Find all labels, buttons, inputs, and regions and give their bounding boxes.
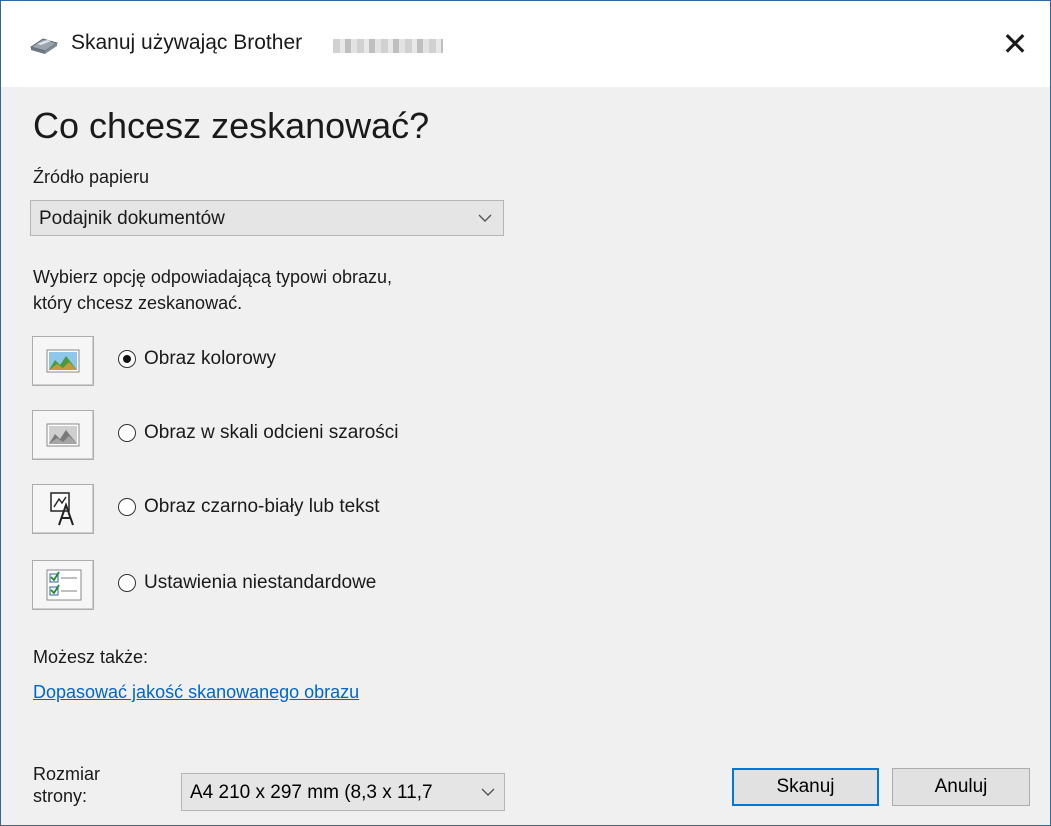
bw-text-label[interactable]: Obraz czarno-biały lub tekst bbox=[144, 496, 380, 518]
instruction-line-1: Wybierz opcję odpowiadającą typowi obraz… bbox=[33, 267, 393, 287]
page-size-value: A4 210 x 297 mm (8,3 x 11,7 bbox=[190, 782, 433, 803]
page-size-dropdown[interactable]: A4 210 x 297 mm (8,3 x 11,7 bbox=[181, 773, 505, 811]
custom-settings-icon[interactable] bbox=[32, 560, 94, 610]
page-title: Co chcesz zeskanować? bbox=[33, 105, 430, 146]
paper-source-value: Podajnik dokumentów bbox=[39, 208, 225, 229]
custom-settings-radio[interactable] bbox=[118, 574, 136, 592]
grayscale-picture-radio[interactable] bbox=[118, 424, 136, 442]
grayscale-picture-icon[interactable] bbox=[32, 410, 94, 460]
instruction-line-2: który chcesz zeskanować. bbox=[33, 293, 243, 313]
bw-text-graphic bbox=[50, 492, 74, 526]
instruction-text: Wybierz opcję odpowiadającą typowi obraz… bbox=[33, 264, 392, 316]
page-size-label-line-1: Rozmiar bbox=[33, 764, 101, 784]
bw-text-radio[interactable] bbox=[118, 498, 136, 516]
paper-source-dropdown[interactable]: Podajnik dokumentów bbox=[30, 200, 504, 236]
chevron-down-icon bbox=[478, 214, 492, 222]
cancel-button[interactable]: Anuluj bbox=[892, 768, 1030, 806]
page-size-label-line-2: strony: bbox=[33, 786, 88, 806]
also-label: Możesz także: bbox=[33, 647, 149, 667]
color-picture-label[interactable]: Obraz kolorowy bbox=[144, 348, 276, 370]
close-button[interactable]: ✕ bbox=[980, 1, 1050, 87]
window-title: Skanuj używając Brother bbox=[71, 31, 303, 54]
custom-settings-label[interactable]: Ustawienia niestandardowe bbox=[144, 572, 376, 594]
bw-text-icon[interactable] bbox=[32, 484, 94, 534]
grayscale-picture-label[interactable]: Obraz w skali odcieni szarości bbox=[144, 422, 398, 444]
title-bar: Skanuj używając Brother ✕ bbox=[1, 1, 1050, 87]
scanner-icon bbox=[29, 38, 59, 54]
color-picture-graphic bbox=[46, 349, 80, 373]
paper-source-label: Źródło papieru bbox=[33, 167, 150, 187]
redacted-model-name bbox=[333, 39, 443, 53]
chevron-down-icon bbox=[481, 788, 495, 796]
scan-dialog: Skanuj używając Brother ✕ Co chcesz zesk… bbox=[0, 0, 1051, 826]
custom-settings-graphic bbox=[46, 569, 82, 601]
adjust-quality-link[interactable]: Dopasować jakość skanowanego obrazu bbox=[33, 682, 359, 703]
scan-button[interactable]: Skanuj bbox=[732, 768, 879, 806]
color-picture-radio[interactable] bbox=[118, 350, 136, 368]
grayscale-picture-graphic bbox=[46, 423, 80, 447]
page-size-label: Rozmiar strony: bbox=[33, 763, 100, 807]
color-picture-icon[interactable] bbox=[32, 336, 94, 386]
